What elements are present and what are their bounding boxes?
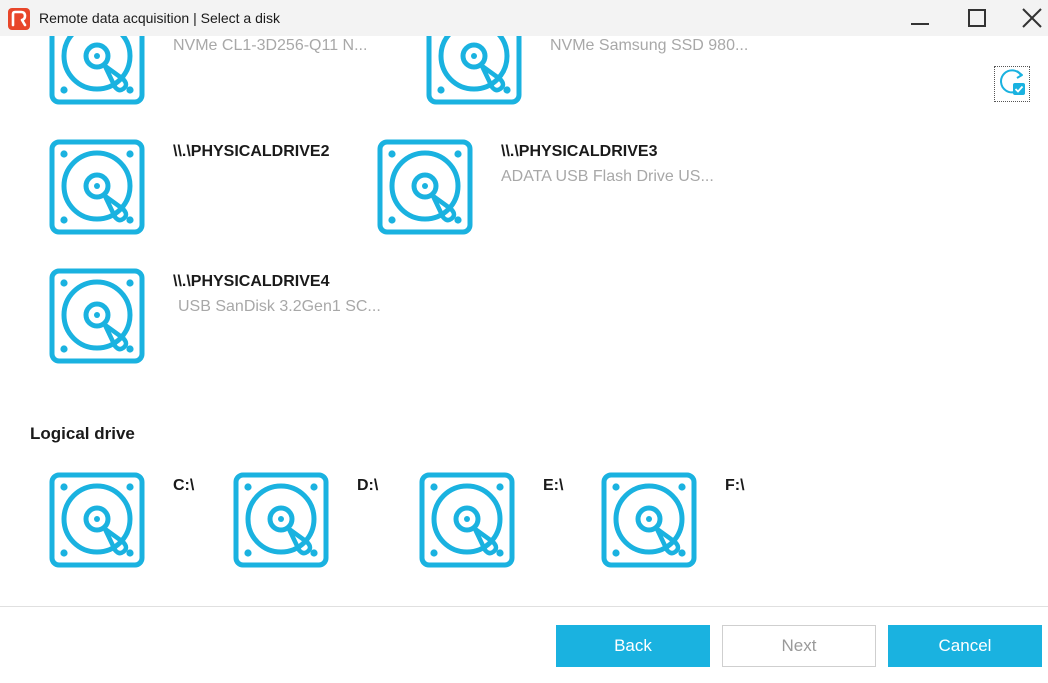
minimize-button[interactable] [897,0,943,36]
footer-divider [0,606,1048,607]
logical-drive-icon[interactable] [601,472,697,568]
maximize-button[interactable] [954,0,1000,36]
disk-name[interactable]: \\.\PHYSICALDRIVE2 [173,143,329,161]
app-logo-icon [8,8,30,30]
logical-drive-icon[interactable] [233,472,329,568]
minimize-icon [909,7,931,29]
drive-letter[interactable]: E:\ [543,477,563,495]
close-button[interactable] [1009,0,1048,36]
hard-disk-icon[interactable] [49,36,145,105]
cancel-button[interactable]: Cancel [888,625,1042,667]
hard-disk-icon[interactable] [377,139,473,235]
drive-letter[interactable]: D:\ [357,477,378,495]
refresh-check-icon [997,67,1027,102]
logical-drive-icon[interactable] [419,472,515,568]
drive-letter[interactable]: C:\ [173,477,194,495]
disk-description: ADATA USB Flash Drive US... [501,168,714,185]
back-button[interactable]: Back [556,625,710,667]
hard-disk-icon[interactable] [49,268,145,364]
drive-letter[interactable]: F:\ [725,477,745,495]
hard-disk-icon[interactable] [426,36,522,105]
disk-description: USB SanDisk 3.2Gen1 SC... [178,298,381,315]
next-button[interactable]: Next [722,625,876,667]
disk-name[interactable]: \\.\PHYSICALDRIVE4 [173,273,329,291]
disk-description: NVMe Samsung SSD 980... [550,37,749,54]
logical-drive-icon[interactable] [49,472,145,568]
logical-drive-heading: Logical drive [30,424,135,443]
close-icon [1021,7,1043,29]
window-title: Remote data acquisition | Select a disk [39,10,280,26]
refresh-button[interactable] [994,66,1030,102]
disk-list-area: NVMe CL1-3D256-Q11 N... NVMe Samsung SSD… [0,36,1048,606]
hard-disk-icon[interactable] [49,139,145,235]
disk-name[interactable]: \\.\PHYSICALDRIVE3 [501,143,657,161]
title-bar: Remote data acquisition | Select a disk [0,0,1048,36]
maximize-icon [966,7,988,29]
disk-description: NVMe CL1-3D256-Q11 N... [173,37,368,54]
